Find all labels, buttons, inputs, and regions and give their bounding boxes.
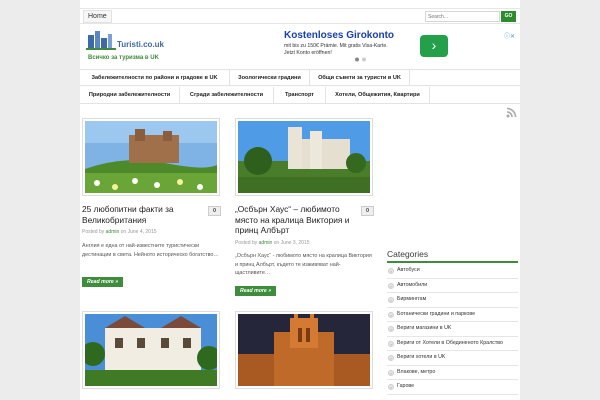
main-nav-row2: Природни забележителности Сгради забележ… — [80, 87, 520, 104]
chevron-right-icon: › — [388, 297, 394, 303]
read-more-button[interactable]: Read more » — [82, 277, 124, 287]
ad-text: mit bis zu 150€ Prämie. Mit gratis Visa-… — [284, 43, 388, 56]
post-excerpt: „Осбърн Хаус“ - любимото място на кралиц… — [235, 253, 372, 277]
tudor-house-image — [85, 314, 217, 386]
nav-item-hotels[interactable]: Хотели, Общежития, Квартири — [326, 87, 430, 103]
nav-item-nature[interactable]: Природни забележителности — [80, 87, 180, 103]
chevron-right-icon: › — [388, 384, 394, 390]
category-label: Автобуси — [397, 267, 420, 273]
category-item[interactable]: › Вериги магазини в UK — [387, 322, 518, 337]
chevron-right-icon: › — [388, 369, 394, 376]
category-label: Ботанически градини и паркове — [397, 310, 476, 317]
categories-divider — [387, 261, 518, 263]
category-item[interactable]: › Автобуси — [387, 264, 518, 279]
category-item[interactable]: › Влакове, метро — [387, 366, 518, 380]
post-thumbnail[interactable] — [82, 311, 220, 389]
chevron-right-icon: › — [388, 282, 394, 289]
post-author[interactable]: admin — [106, 229, 120, 235]
search-go-button[interactable]: GO — [501, 11, 516, 22]
category-item[interactable]: › Ботанически градини и паркове — [387, 308, 518, 322]
nav-item-regions[interactable]: Забележителности по райони и градове в U… — [80, 70, 230, 86]
categories-list: › Автобуси › Автомобили › Бирминггам › Ботан… — [387, 264, 518, 395]
post-title[interactable]: „Осбърн Хаус“ – любимото място на кралиц… — [235, 204, 355, 236]
comment-count-badge[interactable]: 0 — [361, 206, 374, 216]
rss-icon[interactable] — [506, 107, 517, 118]
ad-arrow-button[interactable]: › — [420, 35, 448, 57]
post-card — [82, 311, 222, 400]
home-tab[interactable]: Home — [83, 10, 112, 23]
post-date: on June 4, 2015 — [120, 229, 157, 235]
post-card: 0 25 любопитни факти за Великобритания P… — [82, 118, 222, 298]
chevron-right-icon: › — [388, 311, 394, 318]
category-label: Вериги хотели в UK — [397, 354, 446, 360]
castle-image — [85, 121, 217, 193]
category-item[interactable]: › Вериги хотели в UK — [387, 351, 518, 366]
skyline-icon — [86, 31, 116, 50]
ad-title[interactable]: Kostenloses Girokonto — [284, 30, 394, 41]
post-thumbnail[interactable] — [235, 118, 373, 196]
ad-banner[interactable]: Kostenloses Girokonto mit bis zu 150€ Pr… — [280, 29, 520, 65]
category-label: Гарове — [397, 383, 415, 389]
categories-title: Categories — [387, 249, 429, 259]
comment-count-badge[interactable]: 0 — [208, 206, 221, 216]
post-thumbnail[interactable] — [82, 118, 220, 196]
category-item[interactable]: › Бирминггам — [387, 293, 518, 308]
cathedral-image — [238, 314, 370, 386]
category-item[interactable]: › Вериги от Хотели в Обединеното Кралство — [387, 337, 518, 351]
page: Home GO Turisti.co.uk Всичко за туризма … — [80, 0, 520, 400]
read-more-button[interactable]: Read more » — [235, 286, 277, 296]
category-label: Влакове, метро — [397, 368, 436, 375]
nav-item-tips[interactable]: Общи съвети за туристи в UK — [310, 70, 410, 86]
chevron-right-icon: › — [388, 340, 394, 347]
post-author[interactable]: admin — [259, 240, 273, 246]
category-item[interactable]: › Автомобили — [387, 279, 518, 293]
chevron-right-icon: › — [388, 326, 394, 332]
post-meta: Posted by admin on June 4, 2015 — [82, 229, 157, 235]
post-meta: Posted by admin on June 3, 2015 — [235, 240, 310, 246]
category-item[interactable]: › Гарове — [387, 380, 518, 395]
ad-pager-dots-icon — [355, 57, 366, 62]
post-card — [235, 311, 375, 400]
post-meta-prefix: Posted by — [235, 240, 258, 246]
nav-item-zoos[interactable]: Зоологически градини — [230, 70, 310, 86]
logo-name: Turisti.co.uk — [117, 40, 164, 49]
osborne-house-image — [238, 121, 370, 193]
nav-item-buildings[interactable]: Сгради забележителности — [180, 87, 274, 103]
ad-info-icon[interactable]: ⓘ✕ — [504, 31, 515, 40]
category-label: Автомобили — [397, 281, 428, 288]
top-bar: Home GO — [80, 8, 520, 24]
category-label: Вериги от Хотели в Обединеното Кралство — [397, 339, 503, 346]
chevron-right-icon: › — [388, 355, 394, 361]
post-date: on June 3, 2015 — [273, 240, 310, 246]
post-card: 0 „Осбърн Хаус“ – любимото място на крал… — [235, 118, 375, 303]
nav-item-transport[interactable]: Транспорт — [274, 87, 326, 103]
chevron-right-icon: › — [388, 268, 394, 274]
category-label: Вериги магазини в UK — [397, 325, 452, 331]
logo-tagline: Всичко за туризма в UK — [88, 55, 159, 61]
post-title[interactable]: 25 любопитни факти за Великобритания — [82, 204, 202, 225]
category-label: Бирминггам — [397, 296, 427, 302]
post-excerpt: Англия е една от най-известните туристич… — [82, 243, 219, 258]
post-meta-prefix: Posted by — [82, 229, 105, 235]
site-logo[interactable]: Turisti.co.uk Всичко за туризма в UK — [86, 29, 181, 65]
post-thumbnail[interactable] — [235, 311, 373, 389]
search-input[interactable] — [425, 11, 500, 22]
main-nav-row1: Забележителности по райони и градове в U… — [80, 69, 520, 86]
